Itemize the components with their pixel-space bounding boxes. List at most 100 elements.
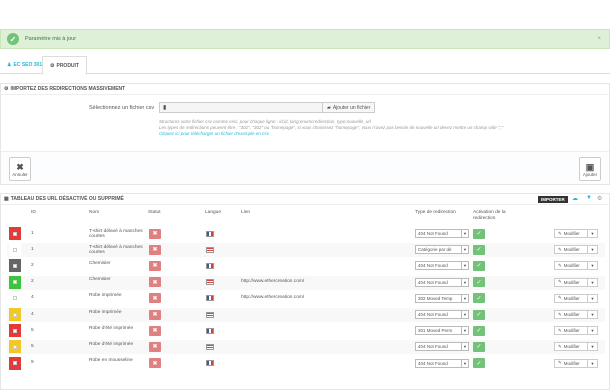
chevron-down-icon[interactable]: ▼ bbox=[461, 229, 469, 238]
modify-button[interactable]: ✎ Modifier bbox=[554, 245, 588, 255]
chevron-down-icon[interactable]: ▼ bbox=[461, 326, 469, 336]
chevron-down-icon[interactable]: ▼ bbox=[461, 342, 469, 352]
chevron-down-icon[interactable]: ▼ bbox=[461, 293, 469, 303]
user-icon: ♟ bbox=[7, 62, 12, 68]
check-icon: ✓ bbox=[7, 33, 19, 45]
add-file-button[interactable]: ▰ Ajouter un fichier bbox=[322, 102, 376, 113]
modify-button[interactable]: ✎ Modifier bbox=[554, 310, 588, 319]
modify-button[interactable]: ✎ Modifier bbox=[554, 358, 588, 368]
pencil-icon: ✎ bbox=[558, 279, 562, 285]
row-id: 1 bbox=[31, 230, 34, 236]
modify-button[interactable]: ✎ Modifier bbox=[554, 277, 588, 287]
table-panel-header: ▦ TABLEAU DES URL DÉSACTIVÉ OU SUPPRIMÉ bbox=[1, 194, 609, 205]
tab-produit[interactable]: ⚙ PRODUIT bbox=[42, 56, 87, 75]
close-icon: ✖ bbox=[16, 161, 24, 172]
caret-down-icon[interactable]: ▼ bbox=[587, 245, 598, 255]
flag-us-icon bbox=[206, 343, 214, 350]
row-color-checkbox[interactable] bbox=[9, 259, 21, 273]
chevron-down-icon[interactable]: ▼ bbox=[461, 358, 469, 368]
chevron-down-icon[interactable]: ▼ bbox=[461, 245, 469, 255]
caret-down-icon[interactable]: ▼ bbox=[587, 277, 598, 287]
row-color-checkbox[interactable] bbox=[9, 291, 21, 305]
col-header-activation[interactable]: Activation de la redirection bbox=[473, 210, 523, 222]
row-link[interactable]: http://www.ethercreation.com/ bbox=[241, 279, 304, 285]
url-table-panel: ▦ TABLEAU DES URL DÉSACTIVÉ OU SUPPRIMÉ … bbox=[0, 193, 610, 390]
col-header-name[interactable]: Nom bbox=[89, 210, 99, 216]
col-header-status[interactable]: Statut bbox=[148, 210, 161, 216]
status-disabled-icon[interactable]: ✖ bbox=[149, 325, 161, 336]
modify-label: Modifier bbox=[563, 328, 580, 334]
status-disabled-icon[interactable]: ✖ bbox=[149, 260, 161, 271]
caret-down-icon[interactable]: ▼ bbox=[587, 293, 598, 303]
col-header-link[interactable]: Lien bbox=[241, 210, 250, 216]
status-disabled-icon[interactable]: ✖ bbox=[149, 341, 161, 352]
row-color-checkbox[interactable] bbox=[9, 308, 21, 321]
row-color-checkbox[interactable] bbox=[9, 340, 21, 354]
activation-enabled-icon[interactable]: ✓ bbox=[473, 341, 485, 352]
status-disabled-icon[interactable]: ✖ bbox=[149, 277, 161, 288]
caret-down-icon[interactable]: ▼ bbox=[587, 310, 598, 319]
caret-down-icon[interactable]: ▼ bbox=[587, 261, 598, 271]
row-color-checkbox[interactable] bbox=[9, 324, 21, 338]
pencil-icon: ✎ bbox=[558, 262, 562, 268]
row-id: 4 bbox=[31, 311, 34, 317]
chevron-down-icon[interactable]: ▼ bbox=[461, 277, 469, 287]
add-label: Ajouter bbox=[582, 171, 598, 177]
import-button[interactable]: IMPORTER bbox=[538, 196, 568, 203]
col-header-language[interactable]: Langue bbox=[205, 210, 221, 216]
filter-icon[interactable]: ▼ bbox=[586, 195, 592, 201]
flag-fr-icon bbox=[206, 327, 214, 334]
activation-enabled-icon[interactable]: ✓ bbox=[473, 309, 485, 320]
settings-icon[interactable]: ⚙ bbox=[597, 195, 602, 202]
row-color-checkbox[interactable] bbox=[9, 243, 21, 257]
row-name: Robe en mousseline bbox=[89, 358, 133, 364]
modify-button[interactable]: ✎ Modifier bbox=[554, 229, 588, 238]
add-button[interactable]: ▣ Ajouter bbox=[579, 157, 601, 181]
activation-enabled-icon[interactable]: ✓ bbox=[473, 228, 485, 239]
table-icon: ▦ bbox=[4, 196, 9, 202]
row-id: 2 bbox=[31, 262, 34, 268]
caret-down-icon[interactable]: ▼ bbox=[587, 229, 598, 238]
row-color-checkbox[interactable] bbox=[9, 356, 21, 370]
modify-button[interactable]: ✎ Modifier bbox=[554, 293, 588, 303]
download-example-link[interactable]: Cliquez ici pour télécharger un fichier … bbox=[159, 131, 599, 137]
row-color-checkbox[interactable] bbox=[9, 227, 21, 240]
close-icon[interactable]: × bbox=[597, 36, 601, 42]
status-disabled-icon[interactable]: ✖ bbox=[149, 228, 161, 239]
chevron-down-icon[interactable]: ▼ bbox=[461, 261, 469, 271]
col-header-id[interactable]: ID bbox=[31, 210, 36, 216]
activation-enabled-icon[interactable]: ✓ bbox=[473, 358, 485, 369]
file-input[interactable]: ▮ bbox=[159, 102, 323, 113]
chevron-down-icon[interactable]: ▼ bbox=[461, 310, 469, 319]
modify-button[interactable]: ✎ Modifier bbox=[554, 261, 588, 271]
pencil-icon: ✎ bbox=[558, 360, 562, 366]
caret-down-icon[interactable]: ▼ bbox=[587, 358, 598, 368]
activation-enabled-icon[interactable]: ✓ bbox=[473, 244, 485, 255]
row-link[interactable]: http://www.ethercreation.com/ bbox=[241, 295, 304, 301]
status-disabled-icon[interactable]: ✖ bbox=[149, 309, 161, 320]
tab-label: PRODUIT bbox=[56, 62, 79, 69]
status-disabled-icon[interactable]: ✖ bbox=[149, 244, 161, 255]
cancel-button[interactable]: ✖ Annuler bbox=[9, 157, 31, 181]
modify-button[interactable]: ✎ Modifier bbox=[554, 326, 588, 336]
activation-enabled-icon[interactable]: ✓ bbox=[473, 293, 485, 304]
flag-fr-icon bbox=[206, 230, 214, 237]
pencil-icon: ✎ bbox=[558, 327, 562, 333]
activation-enabled-icon[interactable]: ✓ bbox=[473, 325, 485, 336]
import-panel-title: IMPORTEZ DES REDIRECTIONS MASSIVEMENT bbox=[10, 86, 126, 92]
modify-button[interactable]: ✎ Modifier bbox=[554, 342, 588, 352]
status-disabled-icon[interactable]: ✖ bbox=[149, 358, 161, 369]
pencil-icon: ✎ bbox=[558, 230, 562, 236]
panel-footer: ✖ Annuler ▣ Ajouter bbox=[1, 151, 609, 184]
col-header-redirect-type[interactable]: Type de redirection bbox=[415, 210, 456, 216]
row-color-checkbox[interactable] bbox=[9, 275, 21, 289]
caret-down-icon[interactable]: ▼ bbox=[587, 342, 598, 352]
caret-down-icon[interactable]: ▼ bbox=[587, 326, 598, 336]
cloud-upload-icon[interactable]: ☁ bbox=[572, 195, 578, 202]
activation-enabled-icon[interactable]: ✓ bbox=[473, 277, 485, 288]
row-name: T-shirt délavé à manches courtes bbox=[89, 244, 143, 256]
flag-fr-icon bbox=[206, 262, 214, 269]
activation-enabled-icon[interactable]: ✓ bbox=[473, 260, 485, 271]
status-disabled-icon[interactable]: ✖ bbox=[149, 293, 161, 304]
modify-label: Modifier bbox=[563, 344, 580, 350]
